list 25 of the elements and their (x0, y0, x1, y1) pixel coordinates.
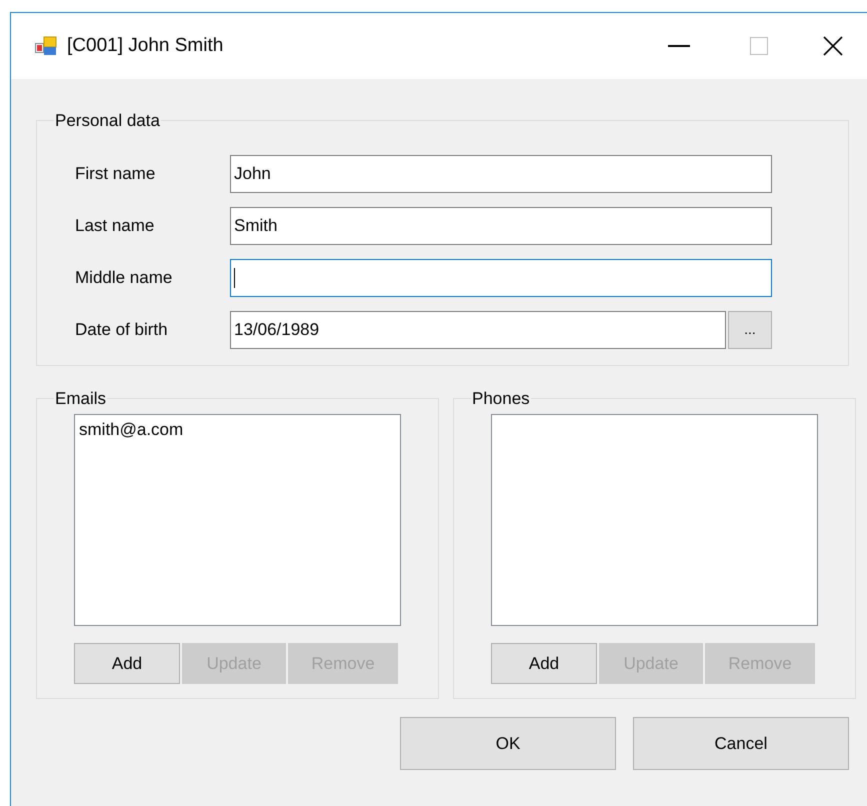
dialog-button[interactable]: OK (400, 717, 616, 770)
dialog-button[interactable]: Cancel (633, 717, 849, 770)
field-label: First name (74, 162, 156, 185)
field-label: Middle name (74, 266, 174, 289)
list-action-button[interactable]: Add (74, 643, 180, 684)
text-field[interactable]: John (230, 154, 772, 192)
text-field[interactable]: 13/06/1989 (230, 310, 726, 348)
list-item[interactable]: smith@a.com (79, 417, 396, 442)
minimize-icon[interactable] (668, 45, 690, 47)
field-label: Last name (74, 214, 156, 237)
field-label: Date of birth (74, 318, 169, 341)
group-title: Personal data (54, 110, 161, 132)
group-title: Phones (471, 388, 531, 410)
text-field[interactable]: Smith (230, 206, 772, 244)
list-box[interactable]: smith@a.com (74, 414, 401, 626)
window-title: [C001] John Smith (67, 34, 224, 58)
text-field[interactable] (230, 258, 772, 296)
list-box[interactable] (491, 414, 818, 626)
close-icon[interactable] (823, 36, 843, 56)
maximize-icon[interactable] (750, 37, 768, 55)
group-title: Emails (54, 388, 108, 410)
list-action-button[interactable]: Add (491, 643, 597, 684)
text-cursor-icon (234, 268, 235, 288)
app-icon (35, 36, 57, 56)
date-picker-button[interactable]: ... (728, 310, 772, 348)
